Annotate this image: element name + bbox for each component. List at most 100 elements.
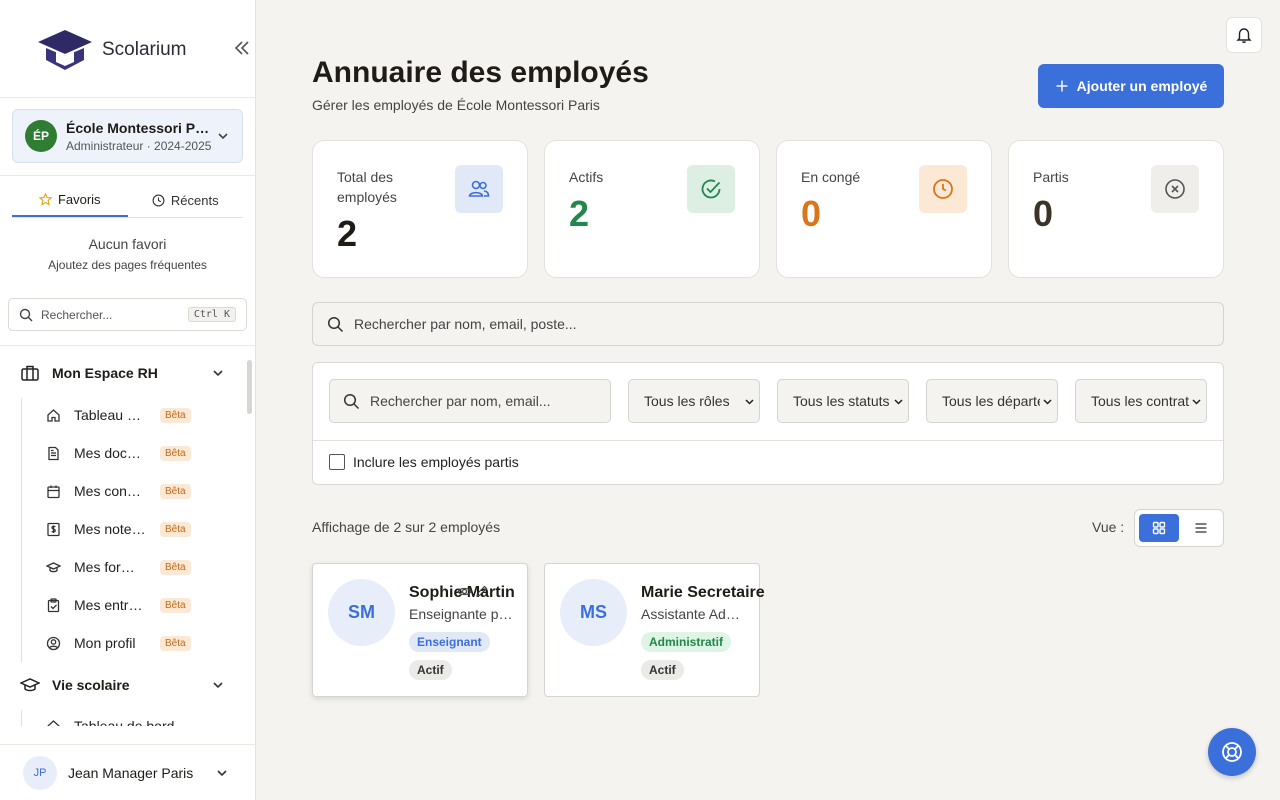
sidebar-item-tableau-de-bord[interactable]: Tableau de bord Bêta	[46, 403, 236, 427]
stat-icon-box	[1151, 165, 1199, 213]
brand[interactable]: Scolarium	[36, 28, 186, 72]
org-role: Administrateur · 2024-2025	[66, 138, 212, 153]
filters-panel: Rechercher par nom, email... Tous les rô…	[312, 362, 1224, 485]
chevron-down-icon	[894, 399, 903, 405]
results-count: Affichage de 2 sur 2 employés	[312, 519, 501, 535]
chevron-down-icon	[745, 399, 754, 405]
filter-search-input[interactable]: Rechercher par nom, email...	[329, 379, 611, 423]
avatar: JP	[23, 755, 57, 790]
tab-favoris[interactable]: Favoris	[12, 184, 128, 217]
role-select[interactable]: Tous les rôles	[628, 379, 760, 423]
star-icon	[38, 193, 52, 206]
collapse-sidebar-icon[interactable]	[232, 38, 252, 58]
sidebar-item-label: Mes entretiens	[74, 597, 146, 613]
stat-card-partis: Partis 0	[1008, 140, 1224, 278]
plus-icon	[1056, 80, 1068, 92]
sidebar-item-vie-scolaire-tableau[interactable]: Tableau de bord	[46, 714, 236, 726]
sidebar-item-label: Mes documents	[74, 445, 146, 461]
include-departed-checkbox[interactable]	[329, 454, 345, 470]
sidebar-item-mes-conges[interactable]: Mes congés Bêta	[46, 479, 236, 503]
nav-tree-line	[21, 398, 22, 662]
user-circle-icon	[46, 636, 61, 650]
search-icon	[343, 393, 360, 409]
edit-icon[interactable]	[474, 584, 489, 599]
chevron-down-icon	[213, 682, 223, 689]
department-select[interactable]: Tous les départements	[926, 379, 1058, 423]
sidebar-search[interactable]: Rechercher... Ctrl K	[8, 298, 247, 331]
chevron-down-icon	[217, 769, 227, 776]
sidebar-item-mes-entretiens[interactable]: Mes entretiens Bêta	[46, 593, 236, 617]
nav-section-espace-rh[interactable]: Mon Espace RH	[20, 361, 235, 385]
stat-label: En congé	[801, 169, 861, 185]
search-shortcut: Ctrl K	[187, 307, 236, 322]
brand-name: Scolarium	[102, 39, 187, 60]
employee-card[interactable]: SM Sophie Martin Enseignante principale …	[312, 563, 528, 697]
sidebar-item-label: Mes congés	[74, 483, 146, 499]
logo-icon	[38, 30, 92, 70]
favorites-empty-state: Aucun favori Ajoutez des pages fréquente…	[0, 236, 255, 272]
grid-view-button[interactable]	[1139, 514, 1179, 542]
include-departed-toggle[interactable]: Inclure les employés partis	[329, 454, 519, 470]
tab-recents-label: Récents	[170, 193, 219, 208]
view-label: Vue :	[1092, 519, 1125, 535]
sidebar-item-label: Mes notes de frais	[74, 521, 146, 537]
x-circle-icon	[1165, 179, 1185, 199]
org-switcher[interactable]: ÉP École Montessori Paris Administrateur…	[12, 109, 243, 163]
card-actions	[457, 584, 489, 599]
beta-badge: Bêta	[160, 521, 191, 537]
employee-role: Enseignante principale	[409, 606, 513, 622]
grid-icon	[1152, 521, 1166, 535]
stat-value: 0	[1033, 193, 1054, 234]
sidebar: Scolarium ÉP École Montessori Paris Admi…	[0, 0, 256, 800]
stat-value: 2	[337, 213, 358, 254]
beta-badge: Bêta	[160, 597, 191, 613]
sidebar-item-mes-notes-de-frais[interactable]: Mes notes de frais Bêta	[46, 517, 236, 541]
briefcase-icon	[21, 365, 39, 381]
user-menu[interactable]: JP Jean Manager Paris	[0, 744, 255, 800]
add-employee-label: Ajouter un employé	[1076, 78, 1208, 94]
empty-subtitle: Ajoutez des pages fréquentes	[48, 258, 207, 272]
sidebar-item-label: Tableau de bord	[74, 407, 146, 423]
add-employee-button[interactable]: Ajouter un employé	[1038, 64, 1224, 108]
nav-section-label: Mon Espace RH	[52, 365, 158, 381]
role-select-value: Tous les rôles	[644, 393, 730, 409]
employee-role: Assistante Administrative	[641, 606, 745, 622]
sidebar-item-mon-profil[interactable]: Mon profil Bêta	[46, 631, 236, 655]
document-icon	[48, 446, 59, 460]
help-button[interactable]	[1208, 728, 1256, 776]
lifebuoy-icon	[1222, 742, 1242, 762]
status-select[interactable]: Tous les statuts	[777, 379, 909, 423]
search-icon	[327, 316, 344, 332]
sidebar-item-mes-documents[interactable]: Mes documents Bêta	[46, 441, 236, 465]
beta-badge: Bêta	[160, 407, 191, 423]
user-name: Jean Manager Paris	[68, 764, 194, 781]
department-select-value: Tous les départements	[942, 393, 1040, 409]
clock-icon	[152, 194, 165, 207]
page-subtitle: Gérer les employés de École Montessori P…	[312, 97, 600, 113]
stat-label: Actifs	[569, 169, 604, 185]
org-avatar: ÉP	[25, 120, 57, 152]
stat-card-actifs: Actifs 2	[544, 140, 760, 278]
tab-recents[interactable]: Récents	[128, 184, 244, 217]
sidebar-scrollbar[interactable]	[247, 360, 252, 414]
graduation-icon	[46, 561, 61, 572]
stat-card-total: Total des employés 2	[312, 140, 528, 278]
nav-section-vie-scolaire[interactable]: Vie scolaire	[20, 673, 235, 697]
stat-value: 2	[569, 193, 590, 234]
main-search-placeholder: Rechercher par nom, email, poste...	[354, 316, 577, 332]
view-icon[interactable]	[457, 584, 472, 599]
sidebar-search-placeholder: Rechercher...	[41, 307, 113, 322]
stat-label: Partis	[1033, 169, 1069, 185]
main-search-input[interactable]: Rechercher par nom, email, poste...	[312, 302, 1224, 346]
search-icon	[19, 308, 33, 321]
notifications-button[interactable]	[1226, 17, 1262, 53]
beta-badge: Bêta	[160, 483, 191, 499]
employee-name: Marie Secretaire	[641, 584, 765, 601]
users-icon	[468, 180, 490, 197]
sidebar-item-label: Tableau de bord	[74, 718, 175, 726]
view-toggle	[1134, 509, 1224, 547]
sidebar-item-mes-formations[interactable]: Mes formations Bêta	[46, 555, 236, 579]
employee-card[interactable]: MS Marie Secretaire Assistante Administr…	[544, 563, 765, 697]
list-view-button[interactable]	[1181, 514, 1221, 542]
contract-select[interactable]: Tous les contrats	[1075, 379, 1207, 423]
